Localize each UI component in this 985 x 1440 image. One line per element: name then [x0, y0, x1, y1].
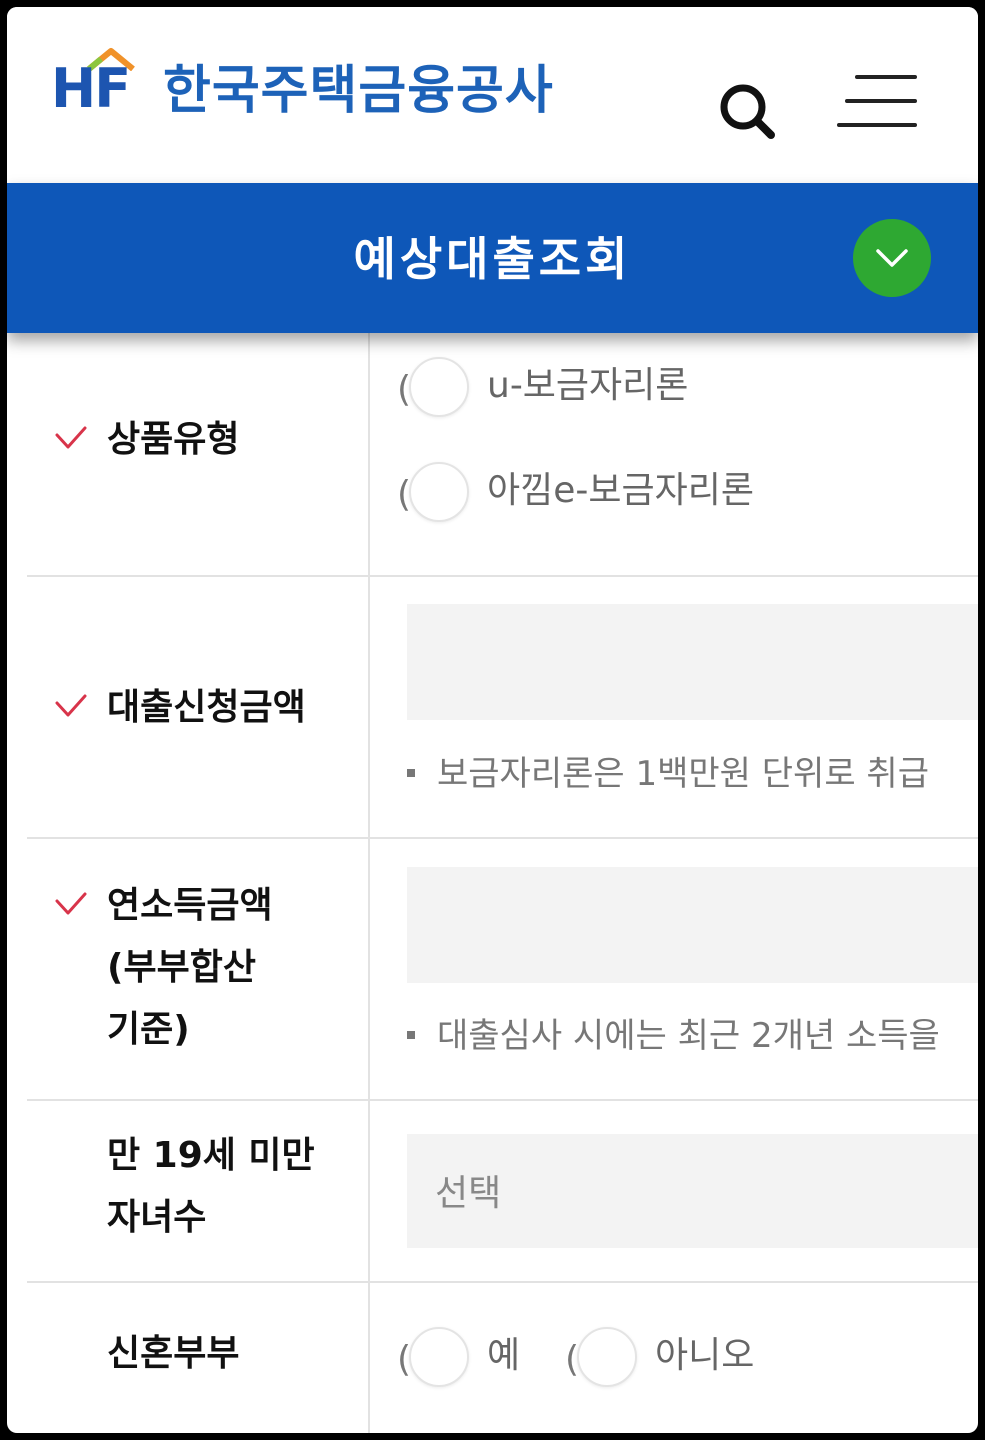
loan-amount-label: 대출신청금액 [107, 687, 306, 728]
required-check-icon [55, 892, 87, 915]
required-check-icon [55, 426, 87, 449]
annual-income-label: 연소득금액 (부부합산 기준) [107, 875, 273, 1061]
logo-name: 한국주택금융공사 [163, 61, 554, 121]
hf-logo[interactable]: HF 한국주택금융공사 [51, 47, 611, 127]
bullet-icon [407, 768, 415, 777]
label-line: 자녀수 [107, 1197, 207, 1238]
radio-label: 아낌e-보금자리론 [487, 470, 754, 511]
search-icon [720, 84, 775, 139]
label-line: 기준) [107, 1009, 190, 1050]
label-line: 만 19세 미만 [107, 1135, 315, 1176]
radio-label: u-보금자리론 [487, 365, 689, 406]
page-title: 예상대출조회 [353, 232, 632, 286]
menu-line [837, 123, 917, 127]
radio-label: 예 [487, 1335, 521, 1376]
note-text: 대출심사 시에는 최근 2개년 소득을 [437, 1016, 940, 1056]
logo-mark: HF [51, 57, 131, 120]
app-frame: HF 한국주택금융공사 예상대출조회 상품유형 (u-보금자리론 (아낌e-… [7, 7, 978, 1433]
loan-amount-note: 보금자리론은 1백만원 단위로 취급 [407, 749, 929, 799]
newlywed-label: 신혼부부 [107, 1333, 240, 1374]
loan-amount-input[interactable] [407, 604, 978, 720]
radio-circle[interactable] [409, 1327, 469, 1387]
children-label: 만 19세 미만 자녀수 [107, 1125, 315, 1249]
label-line: 연소득금액 [107, 885, 273, 926]
bullet-icon [407, 1030, 415, 1039]
radio-circle[interactable] [409, 462, 469, 522]
radio-label: 아니오 [655, 1335, 755, 1376]
menu-line [855, 75, 917, 79]
radio-newlywed-yes[interactable]: ( 예 [397, 1327, 547, 1397]
children-select[interactable]: 선택 [407, 1134, 978, 1248]
site-header: HF 한국주택금융공사 [7, 7, 978, 184]
radio-circle[interactable] [577, 1327, 637, 1387]
chevron-down-icon [876, 249, 908, 267]
radio-newlywed-no[interactable]: ( 아니오 [565, 1327, 815, 1397]
menu-line [845, 99, 917, 103]
label-line: (부부합산 [107, 947, 256, 988]
annual-income-input[interactable] [407, 867, 978, 983]
annual-income-note: 대출심사 시에는 최근 2개년 소득을 [407, 1011, 940, 1061]
select-placeholder: 선택 [435, 1173, 502, 1214]
required-check-icon [55, 694, 87, 717]
page-title-bar: 예상대출조회 [7, 183, 978, 333]
product-type-label: 상품유형 [107, 419, 240, 460]
note-text: 보금자리론은 1백만원 단위로 취급 [437, 754, 929, 794]
radio-circle[interactable] [409, 357, 469, 417]
hamburger-menu-button[interactable] [833, 69, 923, 135]
search-button[interactable] [713, 77, 783, 147]
section-toggle-button[interactable] [853, 219, 931, 297]
